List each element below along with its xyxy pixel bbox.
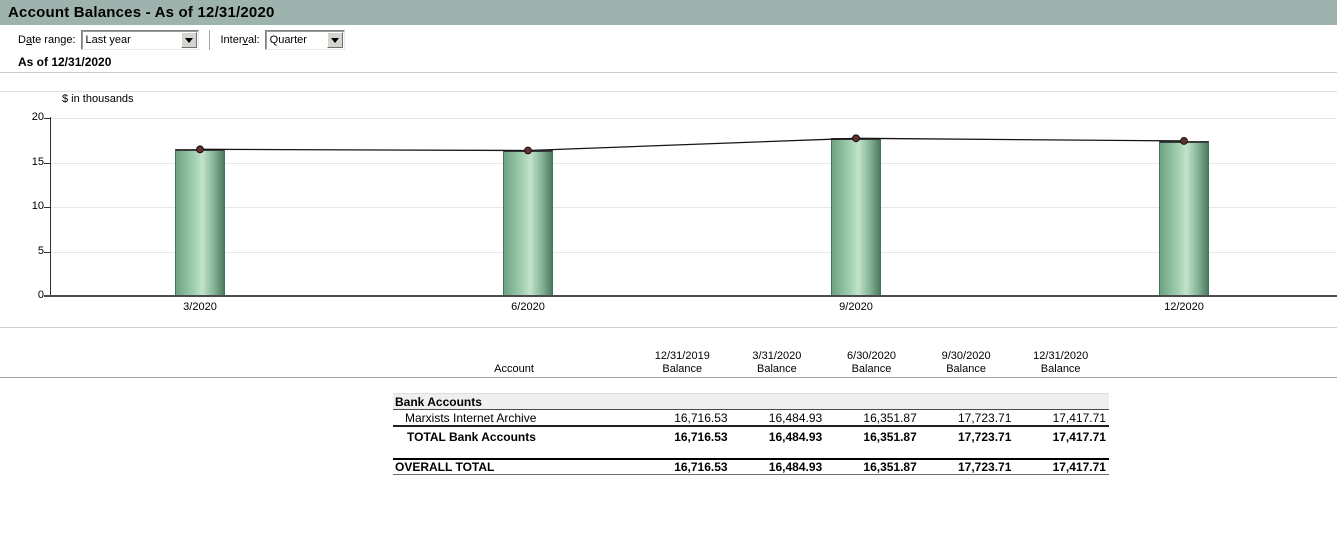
interval-label: Interval:: [221, 34, 260, 46]
interval-select[interactable]: Quarter: [265, 30, 345, 50]
account-name-cell: OVERALL TOTAL: [393, 460, 635, 474]
balance-cell: 16,351.87: [824, 411, 919, 425]
account-name-cell[interactable]: Marxists Internet Archive: [393, 411, 635, 425]
account-balances-report: Account Balances - As of 12/31/2020 Date…: [0, 0, 1337, 545]
account-name-cell: TOTAL Bank Accounts: [393, 430, 635, 444]
y-tick-label: 15: [4, 156, 44, 168]
interval-dropdown-button[interactable]: [327, 32, 343, 48]
x-tick-label: 12/2020: [1144, 301, 1224, 313]
as-of-subtitle: As of 12/31/2020: [18, 55, 111, 69]
y-tick-label: 20: [4, 111, 44, 123]
balance-cell: 17,417.71: [1013, 460, 1108, 474]
date-range-select[interactable]: Last year: [81, 30, 199, 50]
header-separator: [0, 72, 1337, 73]
chart-top-border: [0, 91, 1337, 92]
table-row-total: TOTAL Bank Accounts16,716.5316,484.9316,…: [393, 427, 1109, 446]
x-tick-label: 6/2020: [488, 301, 568, 313]
balance-cell: 17,417.71: [1013, 411, 1108, 425]
account-column-header: Account: [393, 363, 635, 375]
column-header-9/30/2020: 9/30/2020Balance: [919, 350, 1014, 376]
controls-divider: [209, 30, 210, 50]
column-header-12/31/2020: 12/31/2020Balance: [1013, 350, 1108, 376]
column-header-6/30/2020: 6/30/2020Balance: [824, 350, 919, 376]
trend-line: [200, 138, 1184, 150]
table-spacer: [393, 446, 1109, 458]
y-axis: [50, 117, 51, 296]
balance-cell: 16,716.53: [635, 411, 730, 425]
x-tick-label: 9/2020: [816, 301, 896, 313]
x-tick-label: 3/2020: [160, 301, 240, 313]
balance-cell: 16,716.53: [635, 460, 730, 474]
balance-cell: 16,484.93: [730, 430, 825, 444]
chart-unit-label: $ in thousands: [62, 93, 134, 105]
balance-cell: 16,351.87: [824, 460, 919, 474]
y-gridline: [50, 207, 1337, 208]
chevron-down-icon: [331, 38, 339, 43]
y-tick-label: 10: [4, 200, 44, 212]
balance-cell: 16,484.93: [730, 460, 825, 474]
account-name-cell: Bank Accounts: [393, 395, 635, 409]
table-header-underline: [0, 377, 1337, 378]
y-tick-label: 5: [4, 245, 44, 257]
balance-cell: 17,417.71: [1013, 430, 1108, 444]
chart-bar-6/2020[interactable]: [503, 150, 553, 296]
interval-value: Quarter: [270, 34, 307, 46]
chevron-down-icon: [185, 38, 193, 43]
balance-cell: 17,723.71: [919, 411, 1014, 425]
chart-bar-12/2020[interactable]: [1159, 141, 1209, 296]
y-gridline: [50, 163, 1337, 164]
date-range-value: Last year: [86, 34, 131, 46]
column-header-3/31/2020: 3/31/2020Balance: [730, 350, 825, 376]
y-gridline: [50, 118, 1337, 119]
chart-bar-3/2020[interactable]: [175, 149, 225, 296]
balance-cell: 16,716.53: [635, 430, 730, 444]
x-axis: [44, 295, 1337, 297]
balances-table: Bank AccountsMarxists Internet Archive16…: [393, 393, 1109, 475]
chart-bar-9/2020[interactable]: [831, 138, 881, 296]
table-row-account[interactable]: Marxists Internet Archive16,716.5316,484…: [393, 410, 1109, 427]
balance-cell: 17,723.71: [919, 460, 1014, 474]
balance-cell: 16,351.87: [824, 430, 919, 444]
column-header-12/31/2019: 12/31/2019Balance: [635, 350, 730, 376]
page-title: Account Balances - As of 12/31/2020: [0, 4, 275, 21]
chart-bottom-separator: [0, 327, 1337, 328]
y-gridline: [50, 252, 1337, 253]
y-tick-label: 0: [4, 289, 44, 301]
balance-cell: 17,723.71: [919, 430, 1014, 444]
date-range-dropdown-button[interactable]: [181, 32, 197, 48]
table-row-section: Bank Accounts: [393, 393, 1109, 410]
balance-cell: 16,484.93: [730, 411, 825, 425]
report-controls: Date range: Last year Interval: Quarter: [0, 27, 1337, 53]
date-range-label: Date range:: [18, 34, 76, 46]
report-title-bar: Account Balances - As of 12/31/2020: [0, 0, 1337, 25]
table-row-overall: OVERALL TOTAL16,716.5316,484.9316,351.87…: [393, 458, 1109, 475]
